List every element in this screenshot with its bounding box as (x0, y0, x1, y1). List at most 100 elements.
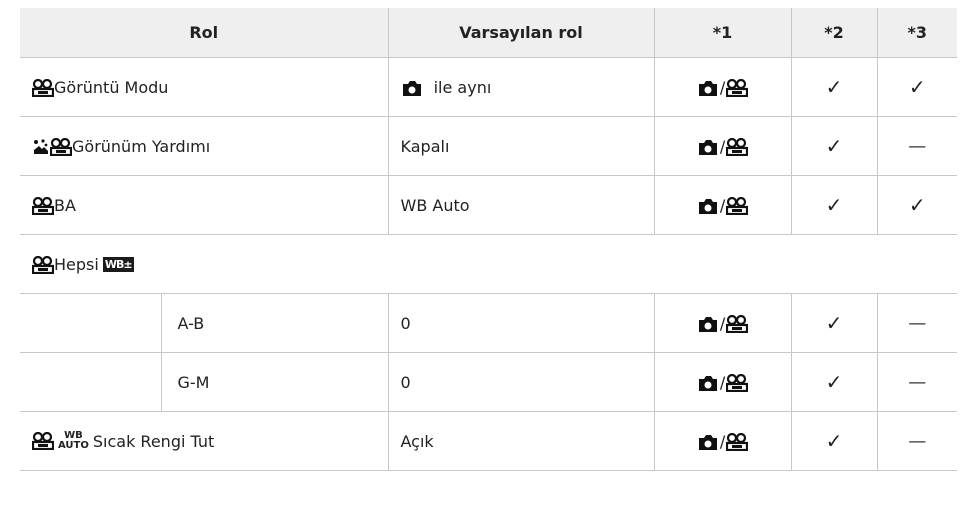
wb-auto-bottom: AUTO (58, 440, 89, 452)
role-cell: BA (20, 175, 389, 235)
mode-cell: / (653, 57, 792, 117)
c2-cell: ✓ (790, 293, 878, 353)
c2-cell: ✓ (790, 175, 878, 235)
c3-cell: — (876, 411, 958, 471)
header-default: Varsayılan rol (387, 8, 655, 58)
header-c1: *1 (653, 8, 792, 58)
movie-icon (32, 255, 54, 274)
role-label: Görüntü Modu (54, 78, 169, 97)
mode-cell: / (653, 352, 792, 412)
table-row: BA WB Auto / ✓ ✓ (20, 175, 958, 235)
check-icon: ✓ (908, 75, 926, 100)
sub-label-cell: G-M (160, 352, 389, 412)
check-icon: ✓ (825, 370, 843, 395)
dash-icon: — (908, 135, 927, 157)
wb-auto-icon: WB AUTO (58, 431, 89, 451)
default-value: 0 (400, 372, 411, 392)
default-cell: 0 (387, 293, 655, 353)
c2-cell: ✓ (790, 352, 878, 412)
section-cell: Hepsi WB± (20, 234, 958, 294)
c3-cell: ✓ (876, 57, 958, 117)
camera-icon (697, 138, 719, 156)
slash-separator: / (719, 373, 726, 392)
dash-icon: — (908, 371, 927, 393)
default-value: Kapalı (400, 137, 450, 156)
slash-separator: / (719, 196, 726, 215)
movie-icon (32, 196, 54, 215)
camera-icon (401, 79, 423, 97)
table-row: A-B 0 / ✓ — (20, 293, 958, 353)
mode-cell: / (653, 116, 792, 176)
table-row: WB AUTO Sıcak Rengi Tut Açık / ✓ — (20, 411, 958, 471)
movie-icon (50, 137, 72, 156)
scene-icon (32, 138, 50, 156)
table-header-row: Rol Varsayılan rol *1 *2 *3 (20, 8, 958, 58)
c2-cell: ✓ (790, 411, 878, 471)
indent-cell (20, 352, 161, 412)
dash-icon: — (908, 430, 927, 452)
c3-cell: — (876, 293, 958, 353)
table-row: Görünüm Yardımı Kapalı / ✓ — (20, 116, 958, 176)
role-label: Hepsi (54, 255, 99, 274)
camera-icon (697, 433, 719, 451)
check-icon: ✓ (825, 429, 843, 454)
c3-cell: ✓ (876, 175, 958, 235)
camera-icon (697, 197, 719, 215)
settings-table: Rol Varsayılan rol *1 *2 *3 Görüntü Modu… (20, 8, 958, 471)
header-rol: Rol (20, 8, 389, 58)
movie-icon (726, 314, 749, 333)
indent-cell (20, 293, 161, 353)
default-value: 0 (400, 313, 411, 333)
c3-cell: — (876, 352, 958, 412)
movie-icon (726, 373, 749, 392)
table-row: Hepsi WB± (20, 234, 958, 294)
role-label: Sıcak Rengi Tut (92, 431, 215, 451)
mode-cell: / (653, 175, 792, 235)
header-c3: *3 (876, 8, 958, 58)
default-cell: 0 (387, 352, 655, 412)
role-cell: WB AUTO Sıcak Rengi Tut (20, 411, 389, 471)
movie-icon (32, 78, 54, 97)
check-icon: ✓ (825, 193, 843, 218)
movie-icon (726, 432, 749, 451)
table-row: Görüntü Modu ile aynı / ✓ ✓ (20, 57, 958, 117)
movie-icon (726, 196, 749, 215)
default-value: Açık (400, 431, 434, 451)
sub-label: A-B (177, 313, 205, 333)
camera-icon (697, 374, 719, 392)
default-cell: ile aynı (387, 57, 655, 117)
check-icon: ✓ (825, 311, 843, 336)
default-value: WB Auto (400, 196, 470, 215)
camera-icon (697, 79, 719, 97)
slash-separator: / (719, 78, 726, 97)
slash-separator: / (719, 137, 726, 156)
wb-adjust-icon: WB± (102, 257, 134, 272)
check-icon: ✓ (825, 134, 843, 159)
camera-icon (697, 315, 719, 333)
slash-separator: / (719, 314, 726, 333)
movie-icon (726, 137, 749, 156)
mode-cell: / (653, 293, 792, 353)
role-cell: Görüntü Modu (20, 57, 389, 117)
role-label: BA (54, 196, 76, 215)
header-c2: *2 (790, 8, 878, 58)
default-cell: Kapalı (387, 116, 655, 176)
sub-label: G-M (177, 372, 210, 392)
movie-icon (726, 78, 749, 97)
mode-cell: / (653, 411, 792, 471)
slash-separator: / (719, 432, 726, 451)
c2-cell: ✓ (790, 116, 878, 176)
c2-cell: ✓ (790, 57, 878, 117)
dash-icon: — (908, 312, 927, 334)
c3-cell: — (876, 116, 958, 176)
default-value: ile aynı (433, 78, 492, 97)
default-cell: WB Auto (387, 175, 655, 235)
check-icon: ✓ (908, 193, 926, 218)
movie-icon (32, 432, 54, 451)
role-label: Görünüm Yardımı (72, 137, 211, 156)
check-icon: ✓ (825, 75, 843, 100)
role-cell: Görünüm Yardımı (20, 116, 389, 176)
table-row: G-M 0 / ✓ — (20, 352, 958, 412)
sub-label-cell: A-B (160, 293, 389, 353)
default-cell: Açık (387, 411, 655, 471)
